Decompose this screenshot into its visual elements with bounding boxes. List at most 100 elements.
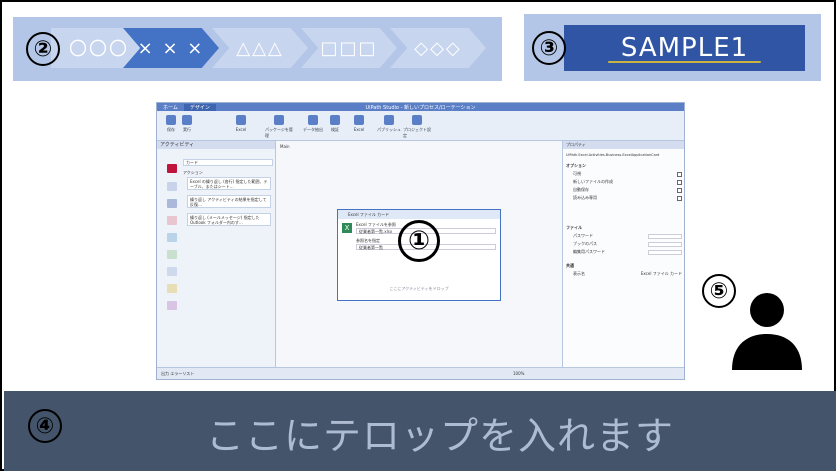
caption-bar: ここにテロップを入れます [4,391,836,471]
caption-text: ここにテロップを入れます [205,414,674,458]
activities-pane-title: アクティビティ [157,141,275,149]
step-label: 〇〇〇 [69,39,129,60]
property-row: 自動保存 [573,187,682,193]
button-label: プロジェクト設定 [403,127,431,138]
number-badge-3: ③ [532,31,566,65]
manage-packages-button[interactable]: パッケージを管理 [265,115,293,139]
activity-item[interactable]: 繰り返し (メールメッセージ) 指定した Outlook フォルダー内のす… [187,213,271,226]
publish-button[interactable]: パブリッシュ [375,115,403,133]
button-label: Excel [235,127,247,132]
activities-pane: アクティビティ カード アクション Excel の繰り返し (各行) 指定した範… [157,141,276,369]
grid-icon [308,115,318,125]
excel-wizard-button[interactable]: Excel [227,115,255,132]
property-label: パスワード [573,233,593,238]
app-titlebar: ホーム デザイン UiPath Studio - 新しいプロセス/ローテーション [157,103,684,111]
drop-hint: ここにアクティビティをドロップ [389,286,449,291]
category-icon[interactable] [167,182,177,191]
excel-card-title: Excel ファイル カード [338,210,500,219]
sample-underline [608,61,761,63]
property-label: ブックのパス [573,241,597,246]
step-chevron-3[interactable]: △△△ [212,28,308,68]
check-icon [330,115,340,125]
property-row: 編集用パスワード [573,249,682,255]
status-text: 出力 エラーリスト [161,371,195,376]
step-chevron-4[interactable]: □□□ [301,28,397,68]
section-options: オプション [566,163,586,168]
button-label: 検証 [331,127,339,132]
project-settings-button[interactable]: プロジェクト設定 [403,115,431,139]
excel-icon [354,115,364,125]
excel-export-button[interactable]: Excel [345,115,373,132]
category-icon[interactable] [167,199,177,208]
edit-password-input[interactable] [648,249,682,255]
visible-checkbox[interactable] [677,171,682,177]
excel-icon: X [342,223,352,233]
property-label: 可視 [573,171,581,176]
category-icon[interactable] [167,284,177,293]
button-label: Excel [353,127,365,132]
step-label: × × × [137,37,205,59]
properties-pane-title: プロパティ [563,141,684,149]
property-row: ブックのパス [573,241,682,247]
reference-name-value: 従業者第一覧 [359,245,383,250]
category-icon[interactable] [167,301,177,310]
activity-item[interactable]: Excel の繰り返し (各行) 指定した範囲、テーブル、またはシート… [187,177,271,190]
property-row: 可視 [573,171,682,177]
property-label: 編集用パスワード [573,249,605,254]
category-icon[interactable] [167,164,177,173]
button-label: 実行 [183,127,191,132]
zoom-level[interactable]: 100% [513,368,524,379]
step-label: ◇◇◇ [414,37,462,59]
button-label: パッケージを管理 [265,127,293,138]
properties-pane: プロパティ UiPath.Excel.Activities.Business.E… [562,141,684,369]
section-file: ファイル [566,225,582,230]
step-chevron-5[interactable]: ◇◇◇ [390,28,486,68]
section-common: 共通 [566,263,574,268]
number-badge-4: ④ [28,409,62,443]
password-input[interactable] [648,233,682,239]
property-label: 自動保存 [573,187,589,192]
button-label: パブリッシュ [377,127,401,132]
step-label: □□□ [320,37,378,59]
activities-search-input[interactable]: カード [183,159,273,166]
upload-icon [384,115,394,125]
property-path: UiPath.Excel.Activities.Business.ExcelAp… [566,153,660,157]
number-badge-1: ① [398,220,440,262]
workbook-path-input[interactable] [648,241,682,247]
slide-frame: 〇〇〇 × × × △△△ □□□ ◇◇◇ ② SAMPLE1 ③ ホーム デザ… [0,0,836,471]
gear-icon [412,115,422,125]
canvas-tab-main[interactable]: Main [280,144,290,149]
readonly-checkbox[interactable] [677,195,682,201]
property-label: 新しいファイルの作成 [573,179,613,184]
person-icon [732,293,802,370]
property-row: 表示名 Excel ファイル カード [573,271,682,277]
run-button[interactable]: 実行 [173,115,201,133]
table-icon [236,115,246,125]
package-icon [274,115,284,125]
category-icon[interactable] [167,267,177,276]
category-icon[interactable] [167,233,177,242]
sample-title: SAMPLE1 [620,33,749,63]
sample-title-box: SAMPLE1 [564,25,805,71]
activity-item[interactable]: 繰り返し アクティビティの結果を指定して反復… [187,195,271,208]
play-icon [182,115,192,125]
app-title: UiPath Studio - 新しいプロセス/ローテーション [365,104,476,111]
category-icon[interactable] [167,216,177,225]
category-icon[interactable] [167,250,177,259]
step-banner: 〇〇〇 × × × △△△ □□□ ◇◇◇ [13,17,502,81]
file-path-value: 従業者第一覧.xlsx [359,229,393,234]
ribbon: 保存 実行 Excel パッケージを管理 データ抽出 検証 Excel パブリッ… [157,111,684,141]
activities-section-title: アクション [183,170,203,175]
property-row: 読み込み専用 [573,195,682,201]
status-bar: 出力 エラーリスト 100% [157,367,684,379]
property-label: 読み込み専用 [573,195,597,200]
button-label: データ抽出 [303,127,323,132]
number-badge-2: ② [26,32,60,66]
step-label: △△△ [236,37,284,59]
property-label: 表示名 [573,271,585,276]
autosave-checkbox[interactable] [677,187,682,193]
property-row: パスワード [573,233,682,239]
sample-panel: SAMPLE1 [524,14,821,81]
create-new-checkbox[interactable] [677,179,682,185]
display-name-value[interactable]: Excel ファイル カード [641,271,682,277]
